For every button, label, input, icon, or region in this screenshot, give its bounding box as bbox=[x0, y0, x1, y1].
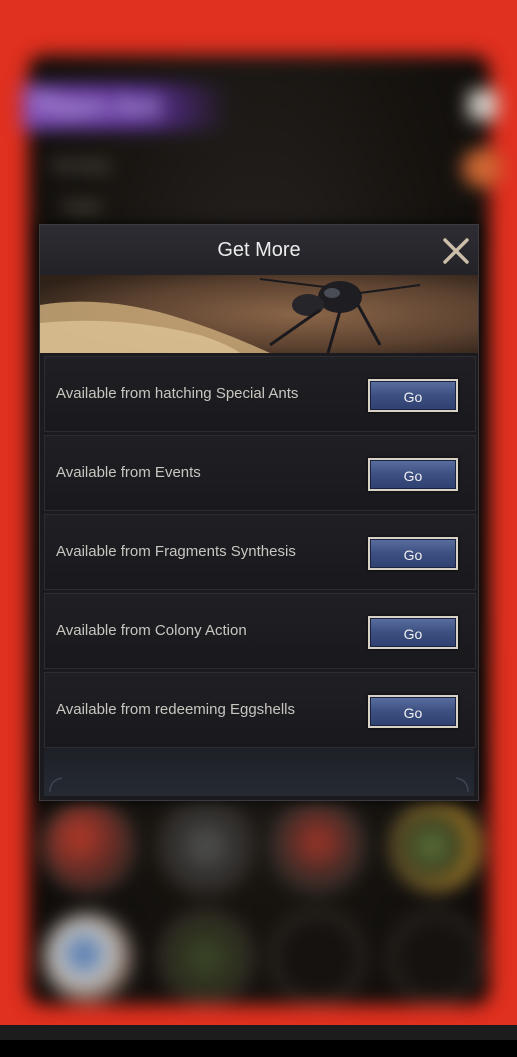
source-label: Available from Events bbox=[56, 464, 201, 481]
source-row-events: Available from Events Go bbox=[44, 435, 476, 511]
ant-avatar bbox=[160, 912, 252, 1004]
go-button[interactable]: Go bbox=[368, 616, 458, 649]
source-row-special-ants: Available from hatching Special Ants Go bbox=[44, 356, 476, 432]
ant-avatar bbox=[42, 800, 134, 892]
corner-ornament-icon bbox=[455, 777, 469, 793]
dialog-footer bbox=[44, 748, 474, 796]
dialog-title: Get More bbox=[217, 239, 301, 261]
source-row-eggshells: Available from redeeming Eggshells Go bbox=[44, 672, 476, 748]
background-red-icon bbox=[462, 148, 502, 188]
background-ant-title: Thorn Ant bbox=[22, 84, 230, 130]
source-label: Available from redeeming Eggshells bbox=[56, 701, 296, 718]
game-screen: Thorn Ant Develop Trade Get More Availab… bbox=[0, 0, 517, 1025]
corner-ornament-icon bbox=[49, 777, 63, 793]
source-label: Available from hatching Special Ants bbox=[56, 385, 299, 402]
close-icon bbox=[443, 238, 469, 264]
source-label: Available from Colony Action bbox=[56, 622, 247, 639]
go-button[interactable]: Go bbox=[368, 379, 458, 412]
get-more-dialog: Get More Available from hatching Special… bbox=[39, 224, 479, 801]
background-menu-develop: Develop bbox=[52, 158, 110, 174]
ant-avatar bbox=[160, 800, 252, 892]
ant-banner-image bbox=[40, 275, 478, 353]
go-button[interactable]: Go bbox=[368, 695, 458, 728]
background-badge bbox=[468, 90, 498, 120]
go-button[interactable]: Go bbox=[368, 458, 458, 491]
ant-avatar bbox=[272, 800, 364, 892]
ant-avatar bbox=[390, 800, 482, 892]
close-button[interactable] bbox=[440, 235, 472, 267]
source-row-fragments-synthesis: Available from Fragments Synthesis Go bbox=[44, 514, 476, 590]
bottom-strip bbox=[0, 1025, 517, 1040]
empty-avatar-slot bbox=[272, 912, 364, 1004]
source-label: Available from Fragments Synthesis bbox=[56, 543, 296, 560]
background-menu-trade: Trade bbox=[62, 200, 101, 216]
go-button[interactable]: Go bbox=[368, 537, 458, 570]
ant-avatar bbox=[42, 912, 134, 1004]
source-row-colony-action: Available from Colony Action Go bbox=[44, 593, 476, 669]
empty-avatar-slot bbox=[390, 912, 482, 1004]
